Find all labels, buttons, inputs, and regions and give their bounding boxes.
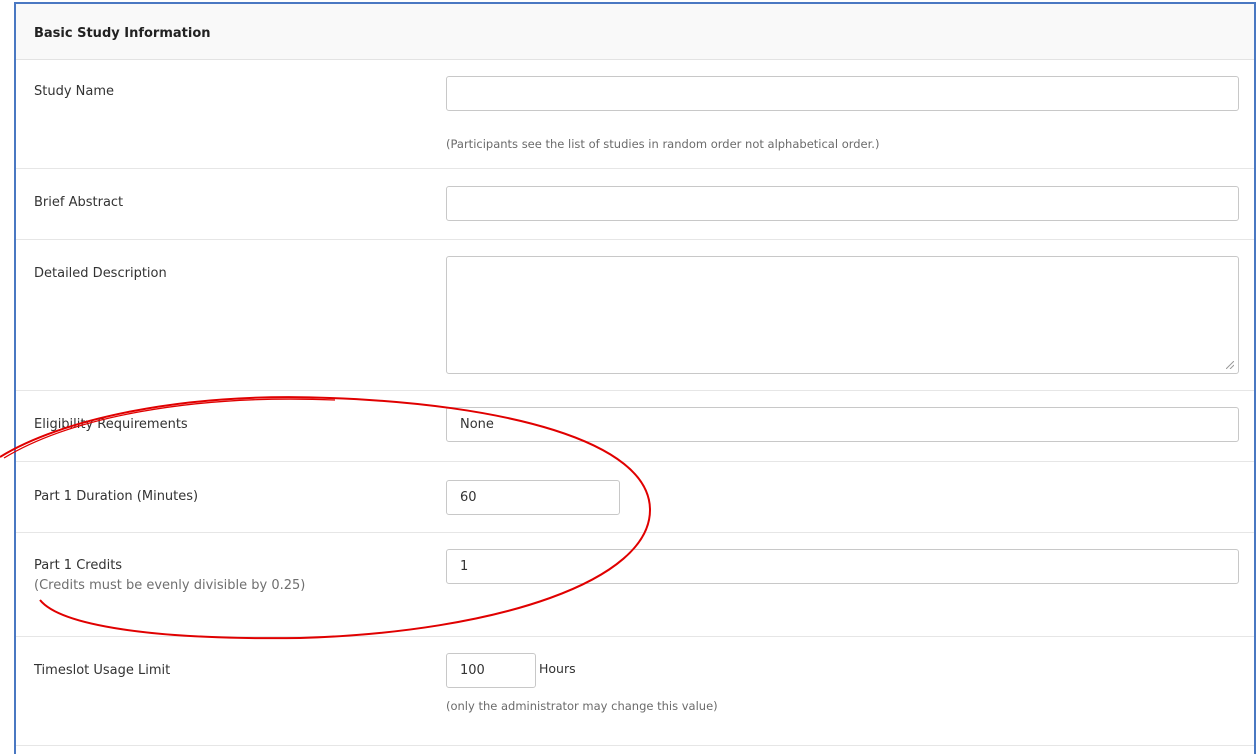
timeslot-help: (only the administrator may change this … <box>446 699 718 713</box>
duration-input[interactable]: 60 <box>446 480 620 515</box>
timeslot-unit: Hours <box>539 661 576 676</box>
eligibility-input[interactable]: None <box>446 407 1239 442</box>
detailed-description-label: Detailed Description <box>34 266 167 281</box>
timeslot-label: Timeslot Usage Limit <box>34 663 171 678</box>
credits-label: Part 1 Credits <box>34 558 123 573</box>
detailed-description-row: Detailed Description <box>16 240 1254 391</box>
credits-row: Part 1 Credits (Credits must be evenly d… <box>16 533 1254 637</box>
detailed-description-textarea[interactable] <box>446 256 1239 374</box>
study-name-label: Study Name <box>34 84 115 99</box>
study-name-row: Study Name (Participants see the list of… <box>16 60 1254 169</box>
section-header: Basic Study Information <box>16 4 1254 60</box>
credits-input[interactable]: 1 <box>446 549 1239 584</box>
form-panel: Basic Study Information Study Name (Part… <box>14 2 1256 754</box>
credits-note: (Credits must be evenly divisible by 0.2… <box>34 578 306 593</box>
eligibility-label: Eligibility Requirements <box>34 417 188 432</box>
section-title: Basic Study Information <box>34 26 211 41</box>
brief-abstract-label: Brief Abstract <box>34 195 124 210</box>
study-name-help: (Participants see the list of studies in… <box>446 137 880 151</box>
duration-row: Part 1 Duration (Minutes) 60 <box>16 462 1254 533</box>
timeslot-row: Timeslot Usage Limit 100 Hours (only the… <box>16 637 1254 746</box>
eligibility-row: Eligibility Requirements None <box>16 391 1254 462</box>
study-name-input[interactable] <box>446 76 1239 111</box>
brief-abstract-row: Brief Abstract <box>16 169 1254 240</box>
resize-grip-icon[interactable] <box>1226 361 1234 369</box>
duration-label: Part 1 Duration (Minutes) <box>34 489 199 504</box>
timeslot-input[interactable]: 100 <box>446 653 536 688</box>
brief-abstract-input[interactable] <box>446 186 1239 221</box>
